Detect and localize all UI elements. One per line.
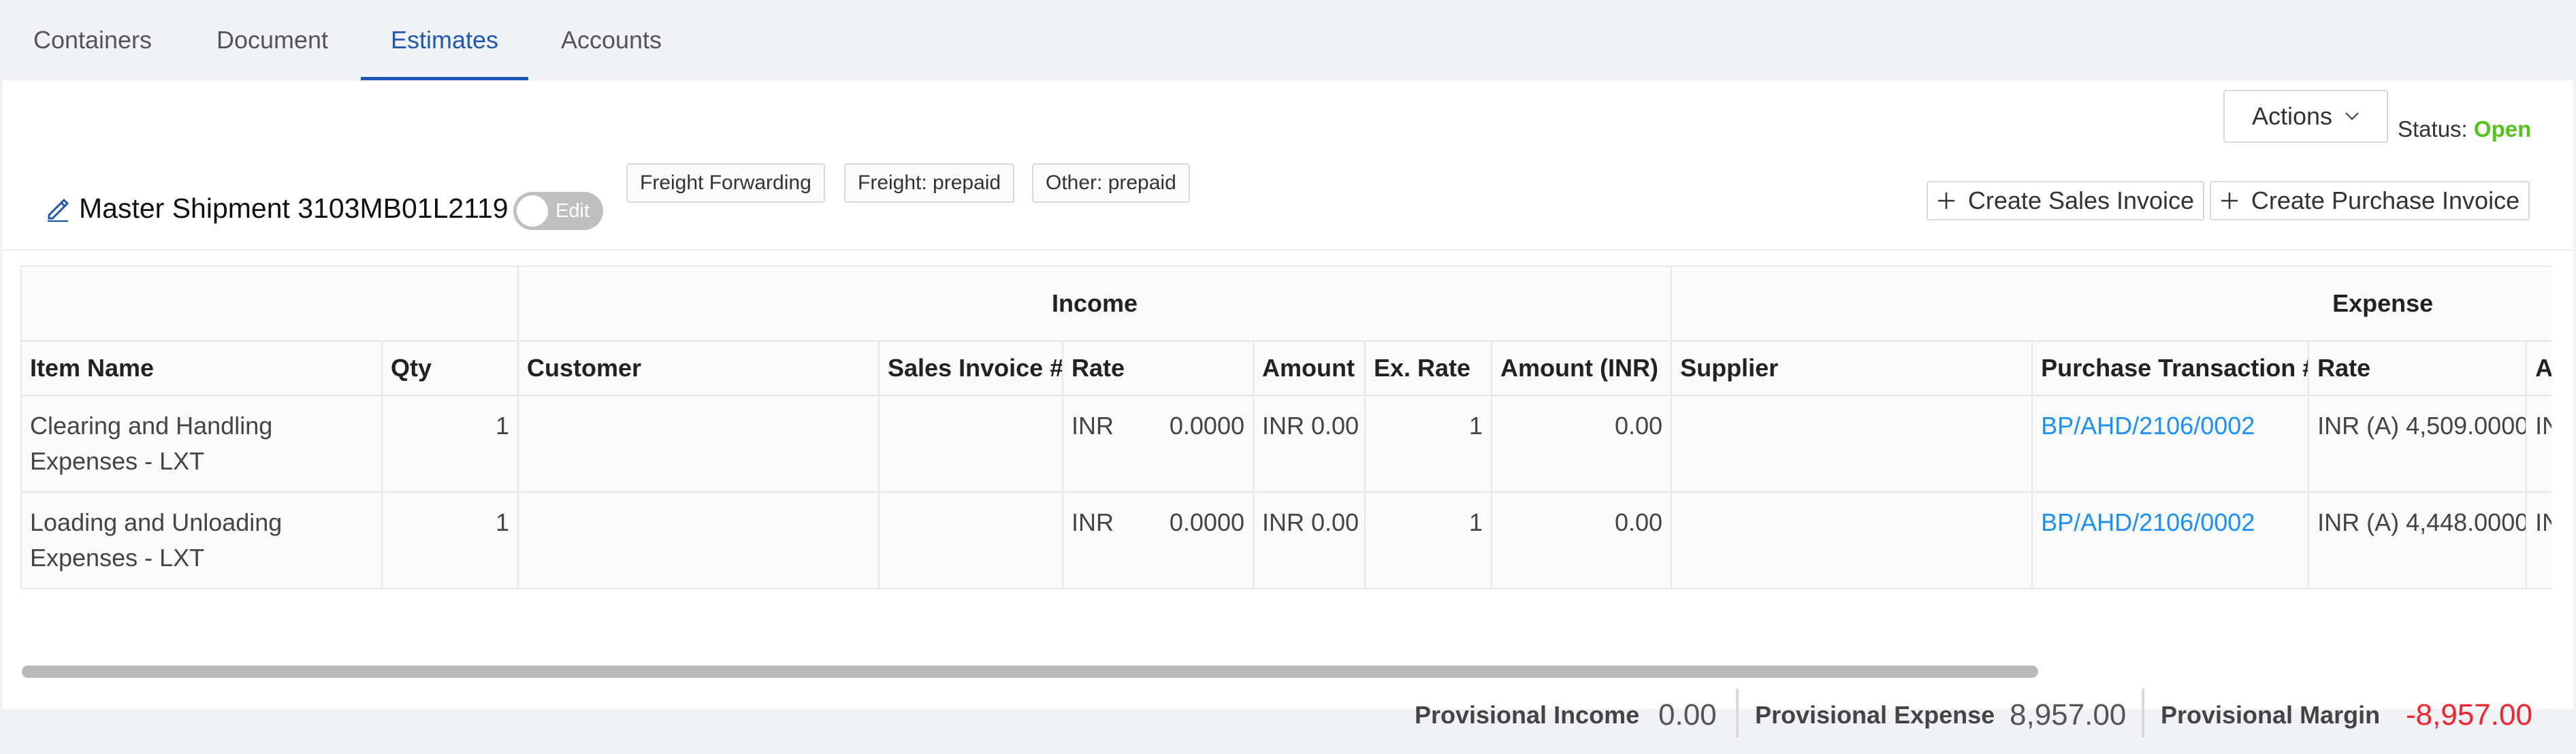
create-purchase-invoice-button[interactable]: Create Purchase Invoice	[2210, 181, 2530, 220]
edit-icon[interactable]	[45, 196, 71, 222]
cell-ex-rate: 1	[1364, 491, 1492, 589]
cell-sales-invoice	[878, 395, 1063, 493]
estimates-panel: Actions Status: Open Master Shipment 310…	[3, 80, 2573, 738]
tab-bar: Containers Document Estimates Accounts	[0, 0, 689, 80]
provisional-margin-label: Provisional Margin	[2161, 701, 2381, 729]
provisional-totals: Provisional Income 0.00 Provisional Expe…	[3, 686, 2573, 754]
create-purchase-invoice-label: Create Purchase Invoice	[2251, 186, 2520, 214]
column-header-supplier[interactable]: Supplier	[1671, 340, 2033, 396]
tab-containers[interactable]: Containers	[19, 0, 166, 80]
cell-supplier	[1671, 395, 2033, 493]
provisional-expense-label: Provisional Expense	[1755, 701, 1995, 729]
cell-customer	[517, 395, 880, 493]
cell-rate-currency: INR	[1072, 412, 1114, 440]
tag-other-prepaid: Other: prepaid	[1032, 163, 1190, 203]
group-header-expense: Expense	[1671, 265, 2551, 342]
column-header-customer[interactable]: Customer	[517, 340, 880, 396]
tab-estimates[interactable]: Estimates	[361, 0, 528, 80]
cell-rate: INR 0.0000	[1062, 395, 1254, 493]
status-value: Open	[2473, 116, 2532, 142]
tab-accounts[interactable]: Accounts	[545, 0, 678, 80]
cell-expense-rate: INR (A) 4,448.0000	[2308, 491, 2528, 589]
cell-item-name: Loading and Unloading Expenses - LXT	[20, 491, 383, 589]
tab-document[interactable]: Document	[202, 0, 343, 80]
cell-expense-amount: IN	[2526, 395, 2551, 493]
plus-icon	[1937, 193, 1954, 209]
group-header-expense-label: Expense	[2332, 289, 2434, 317]
cell-qty: 1	[381, 491, 519, 589]
provisional-margin-value: -8,957.00	[2406, 698, 2532, 732]
cell-rate-currency: INR	[1072, 508, 1114, 536]
edit-toggle[interactable]: Edit	[513, 192, 603, 230]
tag-freight-prepaid: Freight: prepaid	[844, 163, 1015, 203]
cell-expense-amount: IN	[2526, 491, 2551, 589]
cell-rate-value: 0.0000	[1169, 412, 1244, 440]
shipment-title: Master Shipment 3103MB01L2119	[79, 193, 509, 224]
column-header-sales-invoice[interactable]: Sales Invoice #	[878, 340, 1063, 396]
provisional-income-value: 0.00	[1658, 698, 1717, 732]
cell-expense-rate: INR (A) 4,509.0000	[2308, 395, 2528, 493]
chevron-down-icon	[2345, 112, 2359, 120]
create-sales-invoice-button[interactable]: Create Sales Invoice	[1927, 181, 2204, 220]
cell-purchase-transaction-link[interactable]: BP/AHD/2106/0002	[2031, 395, 2310, 493]
toggle-knob	[517, 195, 548, 227]
cell-qty: 1	[381, 395, 519, 493]
cell-ex-rate: 1	[1364, 395, 1492, 493]
column-header-amount-inr[interactable]: Amount (INR)	[1490, 340, 1673, 396]
column-header-rate[interactable]: Rate	[1062, 340, 1254, 396]
table-row[interactable]: Clearing and Handling Expenses - LXT 1 I…	[20, 395, 2551, 493]
cell-item-name: Clearing and Handling Expenses - LXT	[20, 395, 383, 493]
cell-purchase-transaction-link[interactable]: BP/AHD/2106/0002	[2031, 491, 2310, 589]
column-header-amount[interactable]: Amount	[1253, 340, 1366, 396]
divider	[1736, 689, 1739, 738]
status-indicator: Status: Open	[2398, 105, 2531, 154]
divider	[2142, 689, 2144, 738]
column-header-qty[interactable]: Qty	[381, 340, 519, 396]
actions-label: Actions	[2251, 102, 2333, 130]
cell-amount-inr: 0.00	[1490, 395, 1673, 493]
estimates-table: Income Expense Item Name Qty Customer Sa…	[20, 265, 2551, 589]
cell-supplier	[1671, 491, 2033, 589]
group-header-item	[20, 265, 519, 342]
tag-freight-forwarding: Freight Forwarding	[626, 163, 825, 203]
group-header-income: Income	[517, 265, 1673, 342]
edit-toggle-label: Edit	[556, 200, 590, 222]
column-header-purchase-transaction[interactable]: Purchase Transaction #	[2031, 340, 2310, 396]
cell-amount: INR 0.00	[1253, 395, 1366, 493]
cell-sales-invoice	[878, 491, 1063, 589]
cell-amount: INR 0.00	[1253, 491, 1366, 589]
provisional-expense-value: 8,957.00	[2010, 698, 2127, 732]
column-header-expense-rate[interactable]: Rate	[2308, 340, 2528, 396]
divider	[3, 249, 2573, 250]
column-header-expense-amount[interactable]: A	[2526, 340, 2551, 396]
estimates-table-container[interactable]: Income Expense Item Name Qty Customer Sa…	[20, 265, 2551, 660]
cell-rate-value: 0.0000	[1169, 508, 1244, 536]
cell-rate: INR 0.0000	[1062, 491, 1254, 589]
plus-icon	[2221, 193, 2238, 209]
horizontal-scrollbar[interactable]	[22, 666, 2038, 678]
column-header-ex-rate[interactable]: Ex. Rate	[1364, 340, 1492, 396]
status-label: Status:	[2398, 116, 2468, 142]
provisional-income-label: Provisional Income	[1415, 701, 1640, 729]
column-header-item-name[interactable]: Item Name	[20, 340, 383, 396]
cell-customer	[517, 491, 880, 589]
create-sales-invoice-label: Create Sales Invoice	[1967, 186, 2195, 214]
table-row[interactable]: Loading and Unloading Expenses - LXT 1 I…	[20, 491, 2551, 589]
cell-amount-inr: 0.00	[1490, 491, 1673, 589]
actions-dropdown[interactable]: Actions	[2223, 90, 2388, 143]
